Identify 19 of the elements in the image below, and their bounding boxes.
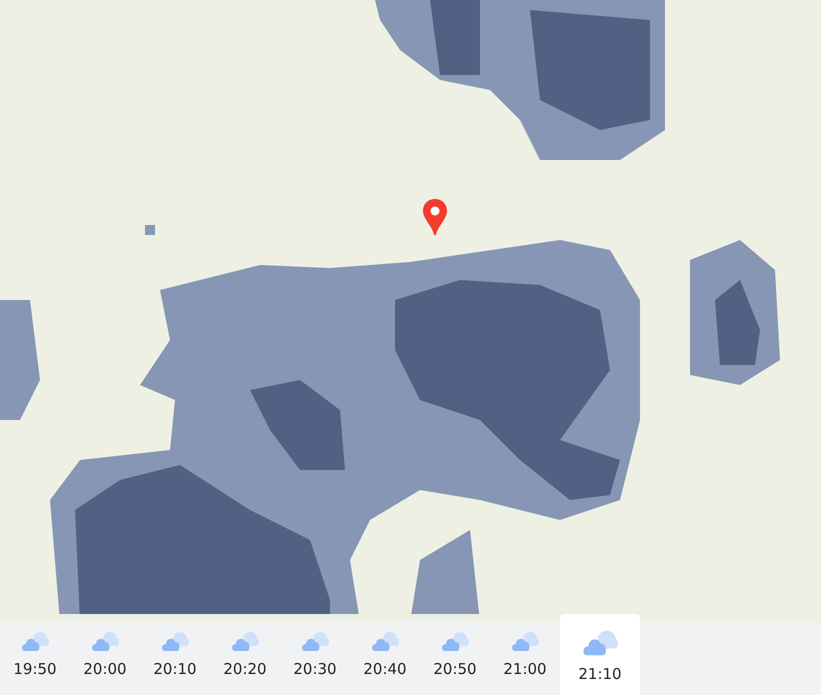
cloud-icon (231, 630, 259, 652)
time-step-tab[interactable]: 21:10 (560, 614, 640, 695)
cloud-icon (91, 630, 119, 652)
location-pin-icon[interactable] (423, 199, 447, 237)
cloud-icon (301, 630, 329, 652)
time-step-tab[interactable]: 19:50 (0, 622, 70, 695)
time-step-tab[interactable]: 20:00 (70, 622, 140, 695)
cloud-icon (21, 630, 49, 652)
cloud-icon (582, 628, 618, 657)
time-step-tab[interactable]: 20:50 (420, 622, 490, 695)
time-step-tab[interactable]: 20:40 (350, 622, 420, 695)
time-step-tab[interactable]: 20:30 (280, 622, 350, 695)
time-step-tab[interactable]: 20:10 (140, 622, 210, 695)
time-step-tab[interactable]: 20:20 (210, 622, 280, 695)
cloud-icon (441, 630, 469, 652)
time-step-tab[interactable]: 21:00 (490, 622, 560, 695)
cloud-icon (371, 630, 399, 652)
cloud-icon (161, 630, 189, 652)
cloud-icon (511, 630, 539, 652)
